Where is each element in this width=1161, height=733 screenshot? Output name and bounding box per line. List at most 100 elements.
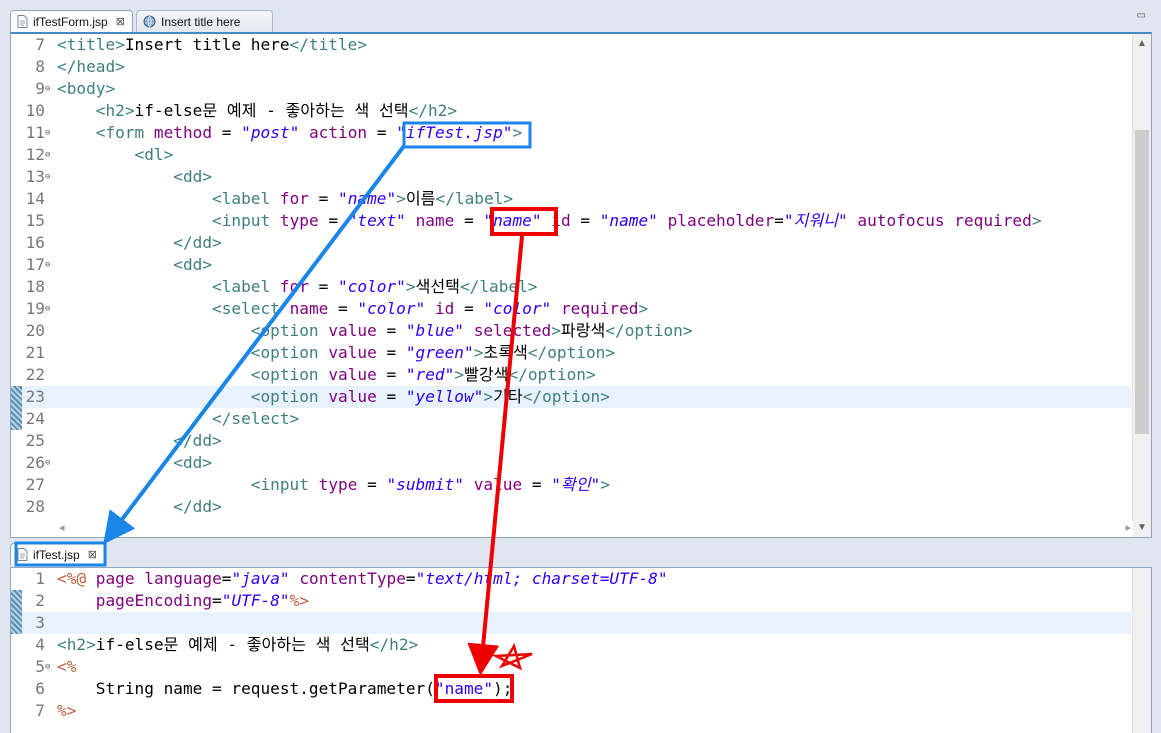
code-line[interactable]: 11 ⊖ <form method = "post" action = "ifTe…	[11, 122, 1131, 144]
code-text: <%	[57, 657, 77, 676]
code-text: <label for = "color">색선택</label>	[212, 277, 538, 296]
line-number: 14	[25, 189, 45, 208]
fold-toggle-icon[interactable]: ⊖	[45, 166, 50, 188]
code-text: <select name = "color" id = "color" requ…	[212, 299, 649, 318]
scroll-left-icon[interactable]: ◂	[59, 521, 65, 534]
close-tab-icon[interactable]: ⊠	[88, 548, 97, 561]
line-number: 1	[35, 569, 45, 588]
line-number: 25	[25, 431, 45, 450]
code-line[interactable]: 9 ⊖ <body>	[11, 78, 1131, 100]
scroll-down-icon[interactable]: ▼	[1133, 522, 1151, 533]
code-line[interactable]: 25 </dd>	[11, 430, 1131, 452]
change-marker	[11, 386, 22, 430]
code-text: pageEncoding="UTF-8"%>	[95, 591, 309, 610]
code-line[interactable]: 16 </dd>	[11, 232, 1131, 254]
code-text: </dd>	[173, 431, 222, 450]
line-number: 9	[35, 79, 45, 98]
line-number: 7	[35, 35, 45, 54]
code-text: <option value = "green">초록색</option>	[250, 343, 616, 362]
editor-pane-iftestform[interactable]: 7 <title>Insert title here</title> 8 </head…	[10, 32, 1152, 538]
code-line[interactable]: 10 <h2>if-else문 예제 - 좋아하는 색 선택</h2>	[11, 100, 1131, 122]
code-text: <dd>	[173, 453, 213, 472]
tab-insert-title-here[interactable]: Insert title here	[136, 10, 273, 32]
line-number: 13	[25, 167, 45, 186]
line-number: 19	[25, 299, 45, 318]
jsp-file-icon	[17, 548, 28, 561]
line-number: 26	[25, 453, 45, 472]
vertical-scrollbar[interactable]	[1132, 568, 1151, 733]
code-line[interactable]: 23 <option value = "yellow">기타</option>	[11, 386, 1131, 408]
code-text: String name = request.getParameter("name…	[57, 679, 513, 698]
code-text: <h2>if-else문 예제 - 좋아하는 색 선택</h2>	[57, 635, 419, 654]
fold-toggle-icon[interactable]: ⊖	[45, 144, 50, 166]
editor-tabbar-bottom: ifTest.jsp ⊠	[10, 543, 1152, 565]
code-text: <input type = "submit" value = "확인">	[250, 475, 610, 494]
line-number: 28	[25, 497, 45, 516]
code-line[interactable]: 28 </dd>	[11, 496, 1131, 518]
code-line[interactable]: 5 ⊖ <%	[11, 656, 1131, 678]
tab-label: Insert title here	[161, 14, 241, 29]
line-number: 15	[25, 211, 45, 230]
line-number: 21	[25, 343, 45, 362]
code-line[interactable]: 17 ⊖ <dd>	[11, 254, 1131, 276]
line-number: 8	[35, 57, 45, 76]
fold-toggle-icon[interactable]: ⊖	[45, 452, 50, 474]
code-text: <dd>	[173, 255, 213, 274]
code-line[interactable]: 22 <option value = "red">빨강색</option>	[11, 364, 1131, 386]
fold-toggle-icon[interactable]: ⊖	[45, 78, 50, 100]
code-line[interactable]: 24 </select>	[11, 408, 1131, 430]
code-line[interactable]: 7 %>	[11, 700, 1131, 722]
code-text: </dd>	[173, 233, 222, 252]
code-line[interactable]: 4 <h2>if-else문 예제 - 좋아하는 색 선택</h2>	[11, 634, 1131, 656]
code-text: <dl>	[134, 145, 174, 164]
code-text: </select>	[212, 409, 300, 428]
code-line[interactable]: 1 <%@ page language="java" contentType="t…	[11, 568, 1131, 590]
code-text: <option value = "red">빨강색</option>	[250, 365, 596, 384]
code-text: <option value = "blue" selected>파랑색</opt…	[250, 321, 693, 340]
code-line[interactable]: 2 pageEncoding="UTF-8"%>	[11, 590, 1131, 612]
code-line[interactable]: 21 <option value = "green">초록색</option>	[11, 342, 1131, 364]
code-line[interactable]: 7 <title>Insert title here</title>	[11, 34, 1131, 56]
scroll-right-icon[interactable]: ▸	[1125, 521, 1131, 534]
line-number: 22	[25, 365, 45, 384]
line-number: 10	[25, 101, 45, 120]
minimize-icon[interactable]: ▭	[1137, 10, 1146, 21]
close-tab-icon[interactable]: ⊠	[116, 15, 125, 28]
tab-iftestform-jsp[interactable]: ifTestForm.jsp ⊠	[10, 10, 133, 32]
code-text: <body>	[57, 79, 116, 98]
browser-globe-icon	[143, 15, 156, 28]
code-text: <label for = "name">이름</label>	[212, 189, 514, 208]
scroll-up-icon[interactable]: ▲	[1133, 38, 1151, 49]
line-number: 18	[25, 277, 45, 296]
code-line[interactable]: 6 String name = request.getParameter("na…	[11, 678, 1131, 700]
fold-toggle-icon[interactable]: ⊖	[45, 122, 50, 144]
tab-iftest-jsp[interactable]: ifTest.jsp ⊠	[10, 543, 106, 565]
code-line[interactable]: 14 <label for = "name">이름</label>	[11, 188, 1131, 210]
fold-toggle-icon[interactable]: ⊖	[45, 656, 50, 678]
code-line[interactable]: 12 ⊖ <dl>	[11, 144, 1131, 166]
line-number: 5	[35, 657, 45, 676]
code-text: <dd>	[173, 167, 213, 186]
code-line[interactable]: 18 <label for = "color">색선택</label>	[11, 276, 1131, 298]
code-line[interactable]: 26 ⊖ <dd>	[11, 452, 1131, 474]
editor-pane-iftest[interactable]: 1 <%@ page language="java" contentType="t…	[10, 567, 1152, 733]
code-line[interactable]: 20 <option value = "blue" selected>파랑색</…	[11, 320, 1131, 342]
code-line[interactable]: 15 <input type = "text" name = "name" id…	[11, 210, 1131, 232]
fold-toggle-icon[interactable]: ⊖	[45, 298, 50, 320]
jsp-file-icon	[17, 15, 28, 28]
code-text: <option value = "yellow">기타</option>	[250, 387, 610, 406]
code-line[interactable]: 13 ⊖ <dd>	[11, 166, 1131, 188]
line-number: 20	[25, 321, 45, 340]
horizontal-scrollbar[interactable]: ◂ ▸	[57, 521, 1133, 537]
code-line[interactable]: 27 <input type = "submit" value = "확인">	[11, 474, 1131, 496]
code-line[interactable]: 3	[11, 612, 1131, 634]
tab-label: ifTest.jsp	[33, 547, 80, 562]
line-number: 4	[35, 635, 45, 654]
code-line[interactable]: 8 </head>	[11, 56, 1131, 78]
fold-toggle-icon[interactable]: ⊖	[45, 254, 50, 276]
code-text: <h2>if-else문 예제 - 좋아하는 색 선택</h2>	[95, 101, 458, 120]
code-text: <form method = "post" action = "ifTest.j…	[95, 123, 523, 142]
vertical-scrollbar[interactable]: ▲ ▼	[1132, 34, 1151, 537]
code-line[interactable]: 19 ⊖ <select name = "color" id = "color" …	[11, 298, 1131, 320]
scroll-thumb[interactable]	[1135, 130, 1149, 434]
